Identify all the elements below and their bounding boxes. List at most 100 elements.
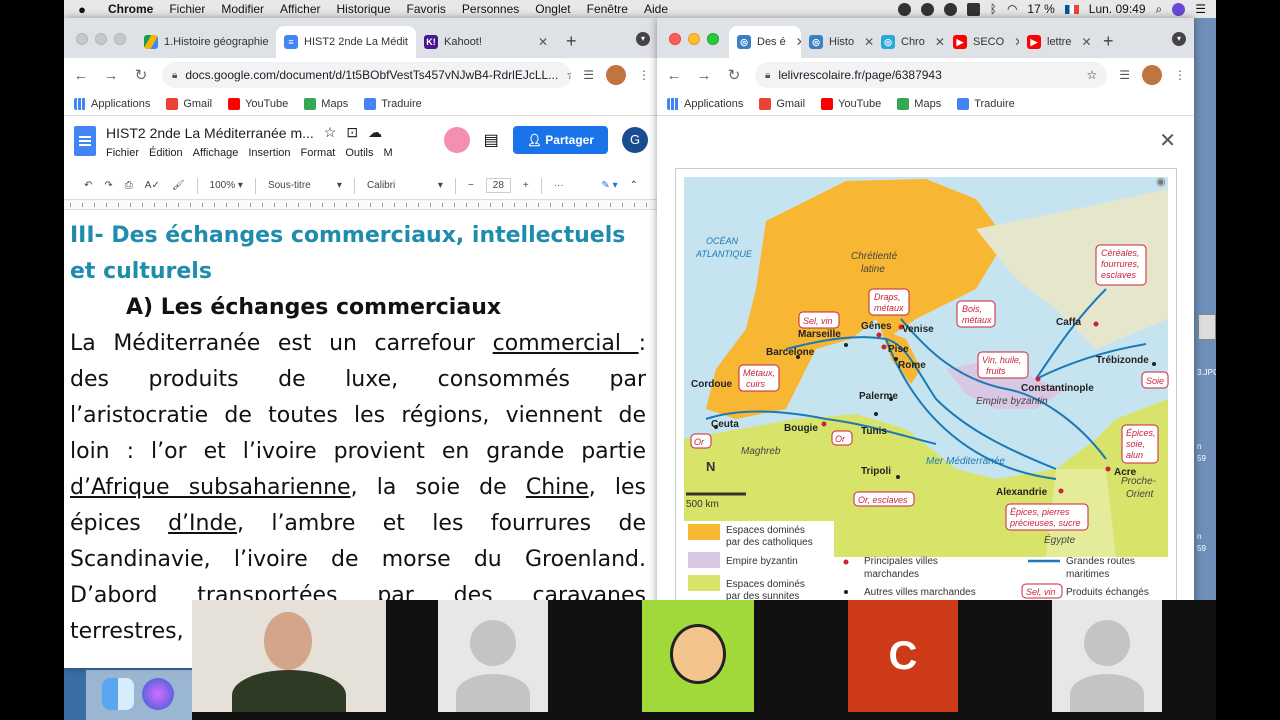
desktop-file-label[interactable]: 3.JPG <box>1197 368 1216 377</box>
tab-seco[interactable]: ▶ SECO ✕ <box>945 26 1019 58</box>
video-tile-initial[interactable]: C <box>848 600 958 712</box>
menu-modifier[interactable]: Modifier <box>213 2 272 16</box>
minimize-window-button[interactable] <box>688 33 700 45</box>
docs-menu-affichage[interactable]: Affichage <box>193 147 239 159</box>
docs-menu-insertion[interactable]: Insertion <box>248 147 290 159</box>
reload-icon[interactable]: ↻ <box>725 66 743 84</box>
wifi-icon[interactable]: ◠ <box>1007 2 1017 16</box>
tab-histo[interactable]: ◎ Histo ✕ <box>801 26 873 58</box>
document-title[interactable]: HIST2 2nde La Méditerranée m... <box>106 125 314 141</box>
minimize-window-button[interactable] <box>95 33 107 45</box>
close-tab-icon[interactable]: ✕ <box>1077 35 1091 49</box>
share-button[interactable]: 👤︎ Partager <box>512 126 608 154</box>
star-icon[interactable]: ☆ <box>324 124 337 141</box>
font-select[interactable]: Calibri ▾ <box>367 180 443 191</box>
siri-icon[interactable] <box>1172 2 1186 16</box>
apple-icon[interactable]: ● <box>64 2 100 17</box>
back-arrow-icon[interactable]: ← <box>72 67 90 84</box>
menu-afficher[interactable]: Afficher <box>272 2 328 16</box>
profile-avatar[interactable] <box>1142 65 1162 85</box>
desktop-file-icon[interactable] <box>1198 314 1216 340</box>
docs-menu-fichier[interactable]: Fichier <box>106 147 139 159</box>
reload-icon[interactable]: ↻ <box>132 66 150 84</box>
zoom-window-button[interactable] <box>114 33 126 45</box>
url-field[interactable]: 🔒︎ lelivrescolaire.fr/page/6387943 ☆ <box>755 62 1108 88</box>
bookmark-youtube[interactable]: YouTube <box>228 97 288 110</box>
docs-menu-format[interactable]: Format <box>301 147 336 159</box>
menu-personnes[interactable]: Personnes <box>454 2 527 16</box>
spotlight-icon[interactable]: ⌕ <box>1156 2 1163 17</box>
bookmark-applications[interactable]: Applications <box>74 97 150 110</box>
chrome-menu-icon[interactable]: ⋮ <box>1174 68 1186 82</box>
reading-list-icon[interactable]: ☰ <box>583 68 594 82</box>
tab-search-icon[interactable]: ▾ <box>636 32 650 46</box>
menu-onglet[interactable]: Onglet <box>527 2 578 16</box>
sync-icon[interactable] <box>920 2 934 16</box>
screen-share-icon[interactable] <box>966 2 980 16</box>
redo-icon[interactable]: ↷ <box>104 180 112 191</box>
menu-historique[interactable]: Historique <box>329 2 399 16</box>
close-modal-button[interactable]: ✕ <box>1159 128 1176 153</box>
close-tab-icon[interactable]: ✕ <box>931 35 945 49</box>
bookmark-maps[interactable]: Maps <box>304 97 348 110</box>
cloud-status-icon[interactable]: ☁ <box>368 124 382 141</box>
editing-mode-icon[interactable]: ✎ ▾ <box>601 180 617 191</box>
spellcheck-icon[interactable]: A✓ <box>145 180 160 191</box>
hide-annotations-icon[interactable]: ◉ <box>1156 176 1166 188</box>
tab-chro[interactable]: ◎ Chro ✕ <box>873 26 945 58</box>
docs-menu-more[interactable]: M <box>384 147 393 159</box>
menu-aide[interactable]: Aide <box>636 2 676 16</box>
new-tab-button[interactable]: + <box>556 31 587 58</box>
video-tile-participant[interactable] <box>1052 600 1162 712</box>
bookmark-gmail[interactable]: Gmail <box>166 97 212 110</box>
close-window-button[interactable] <box>669 33 681 45</box>
close-window-button[interactable] <box>76 33 88 45</box>
google-docs-logo-icon[interactable] <box>74 126 96 156</box>
close-tab-icon[interactable]: ✕ <box>860 35 873 49</box>
bookmark-youtube[interactable]: YouTube <box>821 97 881 110</box>
bookmark-gmail[interactable]: Gmail <box>759 97 805 110</box>
notification-center-icon[interactable]: ☰ <box>1195 2 1206 16</box>
menu-app-name[interactable]: Chrome <box>100 2 161 16</box>
tab-histoire-geographie[interactable]: 1.Histoire géographie ✕ <box>136 26 276 58</box>
back-arrow-icon[interactable]: ← <box>665 67 683 84</box>
profile-avatar[interactable] <box>606 65 626 85</box>
close-tab-icon[interactable]: ✕ <box>792 35 801 49</box>
bookmark-traduire[interactable]: Traduire <box>364 97 422 110</box>
print-icon[interactable]: ⎙ <box>125 180 133 191</box>
video-tile-participant[interactable] <box>438 600 548 712</box>
paint-format-icon[interactable]: 🖌︎ <box>172 180 185 191</box>
document-body[interactable]: III- Des échanges commerciaux, intellect… <box>64 210 658 650</box>
bookmark-traduire[interactable]: Traduire <box>957 97 1015 110</box>
comment-history-icon[interactable]: ▤ <box>484 130 499 150</box>
tab-kahoot[interactable]: K! Kahoot! ✕ <box>416 26 556 58</box>
tab-search-icon[interactable]: ▾ <box>1172 32 1186 46</box>
new-tab-button[interactable]: + <box>1093 31 1124 58</box>
close-tab-icon[interactable]: ✕ <box>534 35 548 49</box>
bookmark-applications[interactable]: Applications <box>667 97 743 110</box>
bookmark-star-icon[interactable]: ☆ <box>566 68 571 82</box>
bluetooth-icon[interactable]: ᛒ <box>990 2 997 16</box>
font-size-input[interactable]: 28 <box>485 178 511 193</box>
finder-icon[interactable] <box>102 678 134 710</box>
clock-label[interactable]: Lun. 09:49 <box>1089 2 1146 16</box>
video-tile-presenter[interactable] <box>192 600 386 712</box>
reading-list-icon[interactable]: ☰ <box>1119 68 1130 82</box>
video-tile-cartoon[interactable] <box>642 600 754 712</box>
url-field[interactable]: 🔒︎ docs.google.com/document/d/1t5BObfVes… <box>162 62 572 88</box>
docs-menu-edition[interactable]: Édition <box>149 147 183 159</box>
tab-hist2-doc[interactable]: ≡ HIST2 2nde La Médit ✕ <box>276 26 416 58</box>
zoom-select[interactable]: 100% ▾ <box>210 180 243 191</box>
forward-arrow-icon[interactable]: → <box>695 67 713 84</box>
ruler[interactable] <box>64 200 658 210</box>
tab-des-echanges[interactable]: ◎ Des é ✕ <box>729 26 801 58</box>
zoom-window-button[interactable] <box>707 33 719 45</box>
style-select[interactable]: Sous-titre ▾ <box>268 180 342 191</box>
move-folder-icon[interactable]: ⊡ <box>346 124 358 141</box>
undo-icon[interactable]: ↶ <box>84 180 92 191</box>
flag-fr-icon[interactable] <box>1064 4 1079 14</box>
map-figure[interactable]: N 500 km OCÉAN ATLANTIQUE Chrétienté lat… <box>675 168 1177 608</box>
bookmark-star-icon[interactable]: ☆ <box>1086 68 1097 82</box>
font-size-decrease-button[interactable]: − <box>468 180 474 191</box>
menu-fenetre[interactable]: Fenêtre <box>579 2 636 16</box>
